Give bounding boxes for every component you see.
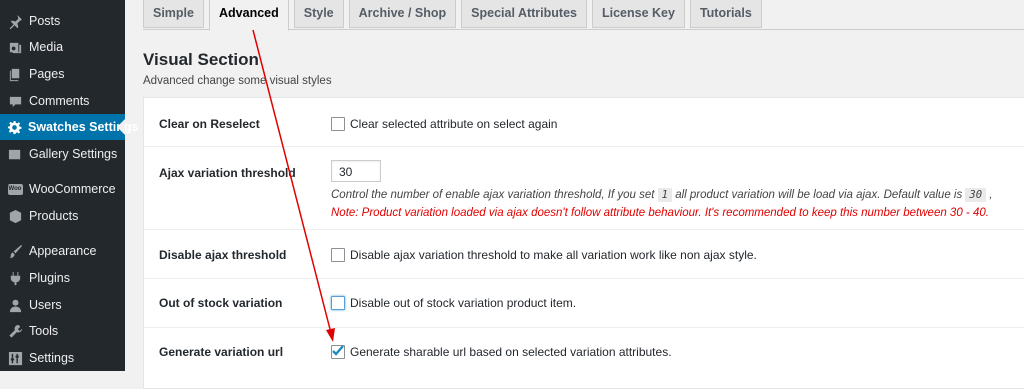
setting-row-ajax-threshold: Ajax variation threshold 30 Control the … — [144, 146, 1024, 230]
out-of-stock-checkbox[interactable] — [331, 296, 345, 310]
sidebar-item-label: Users — [29, 298, 62, 312]
setting-label: Clear on Reselect — [159, 117, 260, 131]
sidebar-item-label: Media — [29, 40, 64, 54]
paintbrush-icon — [7, 243, 23, 259]
setting-row-out-of-stock: Out of stock variation Disable out of st… — [144, 278, 1024, 328]
setting-label: Disable ajax threshold — [159, 248, 287, 262]
sidebar-item-label: Comments — [29, 94, 90, 108]
settings-tabs: Simple Advanced Style Archive / Shop Spe… — [143, 0, 767, 31]
code-snippet: 30 — [965, 188, 987, 202]
tab-special-attributes[interactable]: Special Attributes — [461, 0, 587, 28]
checkbox-label: Generate sharable url based on selected … — [350, 345, 672, 359]
wrench-icon — [7, 323, 23, 339]
user-icon — [7, 297, 23, 313]
tab-tutorials[interactable]: Tutorials — [689, 0, 762, 28]
sidebar-item-posts[interactable]: Posts — [0, 8, 125, 34]
admin-sidebar: Posts Media Pages Comments Swatches Sett… — [0, 0, 138, 371]
sidebar-item-users[interactable]: Users — [0, 292, 125, 318]
setting-row-clear-on-reselect: Clear on Reselect Clear selected attribu… — [144, 98, 1024, 147]
generate-url-checkbox[interactable] — [331, 345, 345, 359]
sidebar-item-tools[interactable]: Tools — [0, 318, 125, 344]
sidebar-item-label: WooCommerce — [29, 182, 116, 196]
tab-style[interactable]: Style — [293, 0, 344, 28]
tab-archive-shop[interactable]: Archive / Shop — [348, 0, 457, 28]
sidebar-item-pages[interactable]: Pages — [0, 61, 125, 87]
setting-row-generate-url: Generate variation url Generate sharable… — [144, 327, 1024, 387]
disable-ajax-threshold-checkbox[interactable] — [331, 248, 345, 262]
section-description: Advanced change some visual styles — [143, 75, 332, 87]
sidebar-item-plugins[interactable]: Plugins — [0, 265, 125, 291]
sidebar-item-settings[interactable]: Settings — [0, 345, 125, 371]
pages-icon — [7, 66, 23, 82]
ajax-threshold-note: Note: Product variation loaded via ajax … — [331, 207, 989, 219]
comment-bubble-icon — [7, 93, 23, 109]
sidebar-item-comments[interactable]: Comments — [0, 88, 125, 114]
sidebar-item-woocommerce[interactable]: Woo WooCommerce — [0, 176, 125, 202]
section-title: Visual Section — [143, 50, 259, 69]
settings-form-table: Clear on Reselect Clear selected attribu… — [143, 97, 1024, 389]
ajax-threshold-input[interactable]: 30 — [331, 160, 381, 182]
sidebar-item-label: Settings — [29, 351, 75, 365]
setting-label: Generate variation url — [159, 345, 284, 359]
pushpin-icon — [7, 13, 23, 29]
setting-label: Out of stock variation — [159, 296, 283, 310]
woocommerce-icon: Woo — [7, 181, 23, 197]
code-snippet: 1 — [657, 188, 672, 202]
tab-simple[interactable]: Simple — [143, 0, 204, 28]
product-box-icon — [7, 208, 23, 224]
gallery-icon — [7, 146, 23, 162]
settings-sliders-icon — [7, 350, 23, 366]
sidebar-item-label: Appearance — [29, 244, 97, 258]
checkbox-label: Disable ajax variation threshold to make… — [350, 248, 757, 262]
sidebar-item-label: Plugins — [29, 271, 70, 285]
ajax-threshold-hint: Control the number of enable ajax variat… — [331, 188, 993, 202]
sidebar-item-media[interactable]: Media — [0, 34, 125, 60]
checkbox-label: Clear selected attribute on select again — [350, 117, 558, 131]
setting-label: Ajax variation threshold — [159, 166, 296, 180]
clear-on-reselect-checkbox[interactable] — [331, 117, 345, 131]
sidebar-item-label: Posts — [29, 14, 61, 28]
plugin-icon — [7, 270, 23, 286]
sidebar-item-label: Pages — [29, 67, 65, 81]
checkmark-icon — [332, 345, 344, 356]
sidebar-item-label: Products — [29, 209, 79, 223]
setting-row-disable-ajax-threshold: Disable ajax threshold Disable ajax vari… — [144, 229, 1024, 279]
sidebar-item-label: Tools — [29, 324, 59, 338]
sidebar-item-gallery-settings[interactable]: Gallery Settings — [0, 141, 125, 167]
sidebar-item-label: Swatches Settings — [28, 120, 139, 134]
tab-advanced[interactable]: Advanced — [209, 0, 289, 31]
sidebar-item-products[interactable]: Products — [0, 203, 125, 229]
gear-icon — [7, 119, 22, 135]
sidebar-item-swatches-settings[interactable]: Swatches Settings — [0, 114, 138, 140]
checkbox-label: Disable out of stock variation product i… — [350, 296, 577, 310]
media-icon — [7, 39, 23, 55]
tab-license-key[interactable]: License Key — [591, 0, 685, 28]
sidebar-item-label: Gallery Settings — [29, 147, 118, 161]
sidebar-item-appearance[interactable]: Appearance — [0, 238, 125, 264]
